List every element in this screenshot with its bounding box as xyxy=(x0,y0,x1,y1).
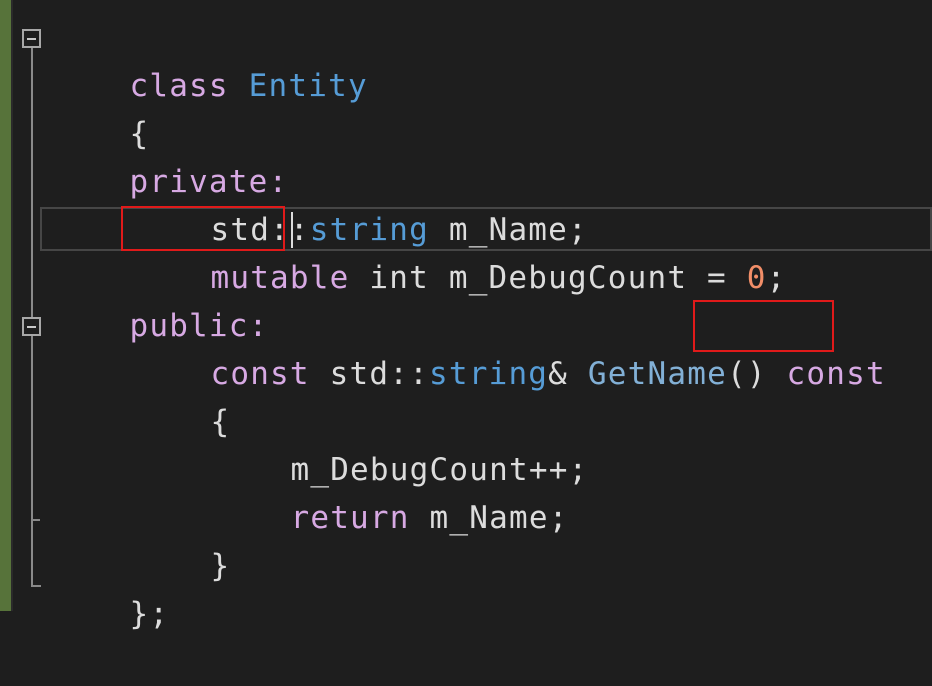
code-line-method-close-brace[interactable]: } xyxy=(131,494,230,584)
mutable-highlight-box xyxy=(121,206,285,251)
parentheses: () xyxy=(726,356,787,392)
const-highlight-box xyxy=(693,300,834,352)
code-line-increment[interactable]: m_DebugCount++; xyxy=(211,398,588,488)
code-line-return[interactable]: return m_Name; xyxy=(211,446,569,536)
semicolon: ; xyxy=(766,260,787,296)
collapse-method-icon[interactable] xyxy=(22,317,41,336)
code-line-open-brace[interactable]: { xyxy=(50,62,149,152)
code-line-name-member[interactable]: std::string m_Name; xyxy=(131,158,588,248)
class-name: Entity xyxy=(248,68,368,104)
class-outline-end xyxy=(31,585,41,587)
code-line-class-close[interactable]: }; xyxy=(50,542,169,632)
const-method-keyword: const xyxy=(786,356,886,392)
reference-symbol: & xyxy=(548,356,588,392)
std-namespace: std:: xyxy=(309,356,429,392)
code-line-private[interactable]: private: xyxy=(50,110,288,200)
collapse-class-icon[interactable] xyxy=(22,29,41,48)
code-line-method-open-brace[interactable]: { xyxy=(131,350,230,440)
class-close-brace: }; xyxy=(129,596,170,632)
member-declaration: int m_DebugCount = xyxy=(349,260,747,296)
return-keyword: return xyxy=(290,500,410,536)
code-line-class-declaration[interactable]: class Entity xyxy=(50,14,368,104)
close-brace: } xyxy=(210,548,231,584)
change-tracking-margin xyxy=(0,0,11,611)
code-editor[interactable]: class Entity { private: std::string m_Na… xyxy=(0,0,932,632)
code-line-public[interactable]: public: xyxy=(50,254,269,344)
return-value: m_Name; xyxy=(409,500,569,536)
string-type: string xyxy=(428,356,549,392)
method-name: GetName xyxy=(587,356,727,392)
text-cursor xyxy=(291,212,293,248)
method-outline-end xyxy=(31,519,40,521)
number-literal: 0 xyxy=(746,260,767,296)
gutter-separator xyxy=(11,0,13,611)
